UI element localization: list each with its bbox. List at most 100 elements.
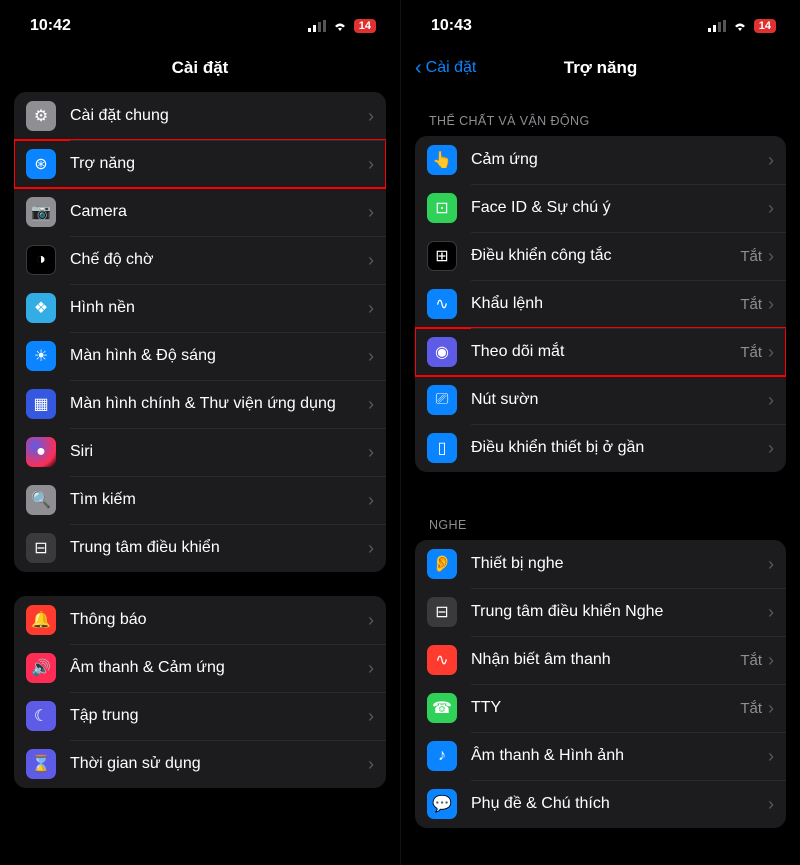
settings-row[interactable]: ∿Nhận biết âm thanhTắt› (415, 636, 786, 684)
settings-row[interactable]: ⚙︎Cài đặt chung› (14, 92, 386, 140)
row-label: Điều khiển công tắc (471, 246, 740, 266)
status-indicators: 14 (708, 19, 776, 33)
settings-row[interactable]: ⊡Face ID & Sự chú ý› (415, 184, 786, 232)
search-icon: 🔍 (26, 485, 56, 515)
chevron-right-icon: › (368, 395, 374, 413)
back-label: Cài đặt (426, 59, 477, 77)
row-value: Tắt (740, 344, 762, 361)
settings-row[interactable]: ⊛ Trợ năng› (14, 140, 386, 188)
row-label: Trung tâm điều khiển (70, 538, 368, 558)
chevron-left-icon: ‹ (415, 58, 422, 78)
page-title: Trợ năng (564, 58, 637, 78)
row-label: Nút sườn (471, 390, 768, 410)
row-label: Trợ năng (70, 154, 368, 174)
settings-row[interactable]: ⌛Thời gian sử dụng› (14, 740, 386, 788)
settings-row[interactable]: 👂Thiết bị nghe› (415, 540, 786, 588)
chevron-right-icon: › (368, 755, 374, 773)
settings-row[interactable]: ◉Theo dõi mắtTắt› (415, 328, 786, 376)
settings-row[interactable]: 💬 Phụ đề & Chú thích› (415, 780, 786, 828)
section-header: NGHE (415, 496, 786, 540)
row-label: Cảm ứng (471, 150, 768, 170)
settings-row[interactable]: ⊞Điều khiển công tắcTắt› (415, 232, 786, 280)
chevron-right-icon: › (768, 603, 774, 621)
settings-row[interactable]: ❖Hình nền› (14, 284, 386, 332)
row-label: Nhận biết âm thanh (471, 650, 740, 670)
settings-group-1: ⚙︎Cài đặt chung›⊛Trợ năng›📷Camera›◑Chế đ… (14, 92, 386, 572)
chevron-right-icon: › (368, 155, 374, 173)
settings-row[interactable]: ☀Màn hình & Độ sáng› (14, 332, 386, 380)
settings-row[interactable]: ● Siri› (14, 428, 386, 476)
sound-recognition-icon: ∿ (427, 645, 457, 675)
page-title: Cài đặt (172, 58, 229, 78)
chevron-right-icon: › (768, 699, 774, 717)
tty-icon: ☎ (427, 693, 457, 723)
row-label: Chế độ chờ (70, 250, 368, 270)
voice-control-icon: ∿ (427, 289, 457, 319)
hearing-cc-icon: ⊟ (427, 597, 457, 627)
row-label: Camera (70, 202, 368, 222)
settings-row[interactable]: ∿ Khẩu lệnhTắt › (415, 280, 786, 328)
settings-row[interactable]: ▦ Màn hình chính & Thư viện ứng dụng› (14, 380, 386, 428)
settings-row[interactable]: 👆Cảm ứng› (415, 136, 786, 184)
brightness-icon: ☀ (26, 341, 56, 371)
row-label: Màn hình & Độ sáng (70, 346, 368, 366)
subtitles-icon: 💬 (427, 789, 457, 819)
wifi-icon (732, 20, 748, 32)
row-label: Theo dõi mắt (471, 342, 740, 362)
settings-row[interactable]: ▯Điều khiển thiết bị ở gần› (415, 424, 786, 472)
row-label: Tìm kiếm (70, 490, 368, 510)
settings-row[interactable]: ⊟ Trung tâm điều khiển› (14, 524, 386, 572)
chevron-right-icon: › (768, 151, 774, 169)
status-indicators: 14 (308, 19, 376, 33)
chevron-right-icon: › (368, 539, 374, 557)
row-label: Điều khiển thiết bị ở gần (471, 438, 768, 458)
status-time: 10:43 (431, 17, 472, 35)
row-value: Tắt (740, 248, 762, 265)
chevron-right-icon: › (768, 747, 774, 765)
chevron-right-icon: › (368, 299, 374, 317)
settings-row[interactable]: ♪Âm thanh & Hình ảnh› (415, 732, 786, 780)
settings-row[interactable]: ◑ Chế độ chờ› (14, 236, 386, 284)
eye-tracking-icon: ◉ (427, 337, 457, 367)
homescreen-icon: ▦ (26, 389, 56, 419)
gear-icon: ⚙︎ (26, 101, 56, 131)
wifi-icon (332, 20, 348, 32)
row-label: Khẩu lệnh (471, 294, 740, 314)
row-label: Siri (70, 442, 368, 462)
chevron-right-icon: › (768, 295, 774, 313)
accessibility-icon: ⊛ (26, 149, 56, 179)
switch-control-icon: ⊞ (427, 241, 457, 271)
row-label: Hình nền (70, 298, 368, 318)
settings-row[interactable]: 🔔Thông báo› (14, 596, 386, 644)
battery-indicator: 14 (754, 19, 776, 33)
row-label: Tập trung (70, 706, 368, 726)
settings-row[interactable]: ⎚Nút sườn› (415, 376, 786, 424)
chevron-right-icon: › (768, 439, 774, 457)
settings-row[interactable]: 🔍 Tìm kiếm› (14, 476, 386, 524)
settings-screen: 10:42 14 Cài đặt ⚙︎Cài đặt chung› ⊛ Trợ nă… (0, 0, 400, 865)
status-bar: 10:42 14 (0, 0, 400, 44)
row-value: Tắt (740, 296, 762, 313)
row-label: Face ID & Sự chú ý (471, 198, 768, 218)
settings-row[interactable]: ☾Tập trung› (14, 692, 386, 740)
faceid-icon: ⊡ (427, 193, 457, 223)
settings-row[interactable]: ⊟Trung tâm điều khiển Nghe› (415, 588, 786, 636)
back-button[interactable]: ‹ Cài đặt (415, 58, 476, 78)
settings-row[interactable]: 📷Camera› (14, 188, 386, 236)
siri-icon: ● (26, 437, 56, 467)
standby-icon: ◑ (26, 245, 56, 275)
chevron-right-icon: › (368, 491, 374, 509)
camera-icon: 📷 (26, 197, 56, 227)
settings-row[interactable]: ☎TTYTắt› (415, 684, 786, 732)
row-label: Phụ đề & Chú thích (471, 794, 768, 814)
chevron-right-icon: › (368, 443, 374, 461)
side-button-icon: ⎚ (427, 385, 457, 415)
chevron-right-icon: › (768, 795, 774, 813)
battery-indicator: 14 (354, 19, 376, 33)
nav-bar: Cài đặt (0, 44, 400, 92)
control-center-icon: ⊟ (26, 533, 56, 563)
row-label: Màn hình chính & Thư viện ứng dụng (70, 394, 368, 414)
chevron-right-icon: › (368, 251, 374, 269)
section-header: THỂ CHẤT VÀ VẬN ĐỘNG (415, 92, 786, 136)
settings-row[interactable]: 🔊Âm thanh & Cảm ứng› (14, 644, 386, 692)
